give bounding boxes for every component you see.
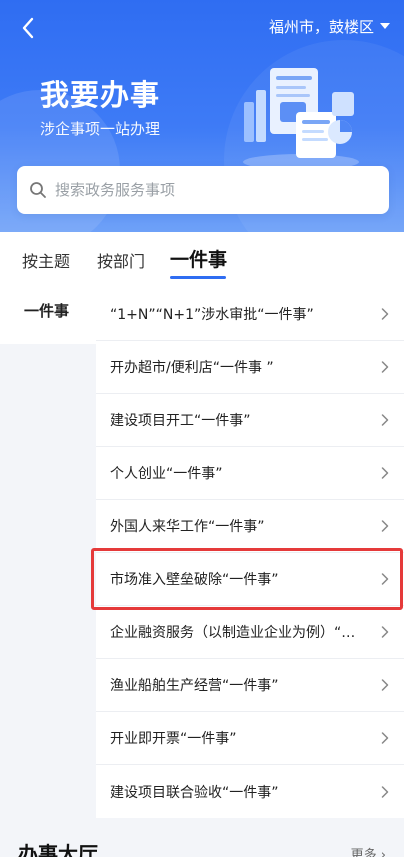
list-item[interactable]: 建设项目联合验收“一件事” bbox=[96, 765, 404, 818]
active-tab-indicator bbox=[170, 276, 226, 279]
tab-one-thing[interactable]: 一件事 bbox=[170, 245, 227, 272]
sidebar-item-one-thing[interactable]: 一件事 bbox=[24, 300, 69, 321]
tab-by-department[interactable]: 按部门 bbox=[97, 248, 145, 272]
category-sidebar: 一件事 bbox=[0, 288, 96, 344]
list-item[interactable]: 开办超市/便利店“一件事 ” bbox=[96, 341, 404, 394]
chevron-right-icon bbox=[378, 307, 392, 321]
location-label: 福州市，鼓楼区 bbox=[268, 17, 374, 36]
service-list: “1+N”“N+1”涉水审批“一件事” 开办超市/便利店“一件事 ” 建设项目开… bbox=[96, 288, 404, 818]
more-label: 更多 bbox=[350, 848, 377, 857]
list-item-label: 个人创业“一件事” bbox=[110, 466, 223, 482]
list-item-label: 企业融资服务（以制造业企业为例）“一件事” bbox=[110, 625, 378, 641]
chevron-right-icon bbox=[378, 785, 392, 799]
chevron-right-icon bbox=[378, 413, 392, 427]
list-item[interactable]: 企业融资服务（以制造业企业为例）“一件事” bbox=[96, 606, 404, 659]
section-title-service-hall: 办事大厅 bbox=[18, 842, 98, 857]
list-item-label: 开办超市/便利店“一件事 ” bbox=[110, 360, 274, 376]
list-item[interactable]: 外国人来华工作“一件事” bbox=[96, 500, 404, 553]
caret-down-icon bbox=[380, 23, 390, 29]
list-item-label: 建设项目联合验收“一件事” bbox=[110, 784, 279, 801]
list-item-label: 渔业船舶生产经营“一件事” bbox=[110, 678, 279, 694]
chevron-right-icon bbox=[378, 731, 392, 745]
chevron-left-icon bbox=[22, 17, 34, 39]
documents-illustration-icon bbox=[243, 68, 359, 170]
chevron-right-icon bbox=[378, 572, 392, 586]
chevron-right-icon bbox=[378, 519, 392, 533]
list-item-label: 外国人来华工作“一件事” bbox=[110, 519, 265, 535]
list-item[interactable]: 建设项目开工“一件事” bbox=[96, 394, 404, 447]
list-item[interactable]: “1+N”“N+1”涉水审批“一件事” bbox=[96, 288, 404, 341]
back-button[interactable] bbox=[14, 14, 42, 42]
chevron-right-icon bbox=[378, 360, 392, 374]
page-title: 我要办事 bbox=[40, 78, 161, 112]
list-item[interactable]: 渔业船舶生产经营“一件事” bbox=[96, 659, 404, 712]
list-item-label: “1+N”“N+1”涉水审批“一件事” bbox=[110, 307, 314, 323]
more-link[interactable]: 更多 › bbox=[351, 844, 386, 857]
page-subtitle: 涉企事项一站办理 bbox=[40, 120, 161, 138]
chevron-right-icon bbox=[378, 678, 392, 692]
search-bar[interactable] bbox=[17, 166, 389, 214]
page-header: 福州市，鼓楼区 我要办事 涉企事项一站办理 bbox=[0, 0, 404, 232]
chevron-right-icon bbox=[378, 625, 392, 639]
tab-bar: 按主题 按部门 一件事 bbox=[0, 232, 404, 288]
chevron-right-icon bbox=[378, 466, 392, 480]
list-item-label: 市场准入壁垒破除“一件事” bbox=[110, 572, 279, 588]
list-item-highlighted[interactable]: 市场准入壁垒破除“一件事” bbox=[96, 553, 404, 606]
search-icon bbox=[30, 182, 46, 198]
location-selector[interactable]: 福州市，鼓楼区 bbox=[269, 15, 390, 37]
chevron-right-icon: › bbox=[380, 848, 386, 857]
list-item-label: 开业即开票“一件事” bbox=[110, 731, 237, 747]
list-item-label: 建设项目开工“一件事” bbox=[110, 413, 251, 429]
search-input[interactable] bbox=[55, 181, 389, 199]
list-item[interactable]: 开业即开票“一件事” bbox=[96, 712, 404, 765]
list-item[interactable]: 个人创业“一件事” bbox=[96, 447, 404, 500]
tab-by-theme[interactable]: 按主题 bbox=[22, 248, 70, 272]
